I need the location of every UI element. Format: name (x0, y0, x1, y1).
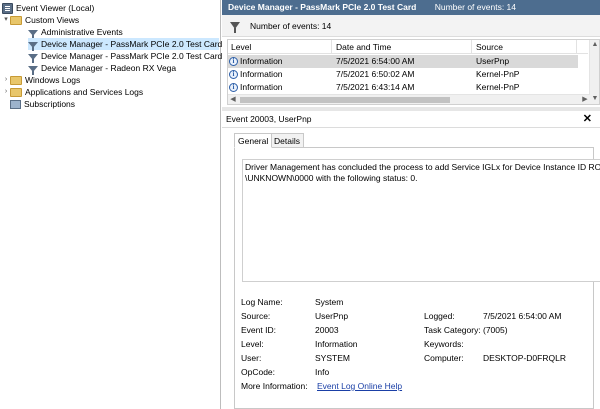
table-row[interactable]: i Information 7/5/2021 6:54:00 AM UserPnp (228, 55, 578, 68)
filter-icon (28, 54, 38, 63)
information-icon: i (229, 57, 238, 67)
value-source: UserPnp (315, 311, 349, 321)
tab-details[interactable]: Details (270, 133, 304, 148)
tree-item-label: Event Viewer (Local) (16, 3, 95, 13)
tree-item-administrative-events[interactable]: Administrative Events (28, 26, 123, 39)
value-level: Information (315, 339, 358, 349)
filter-icon (28, 42, 38, 51)
horizontal-scrollbar[interactable]: ◀ ▶ (228, 94, 590, 104)
grid-header: Level Date and Time Source (228, 40, 588, 54)
scroll-up-icon[interactable]: ▲ (590, 40, 599, 50)
scroll-down-icon[interactable]: ▼ (590, 94, 599, 104)
filter-bar: Number of events: 14 (222, 15, 600, 37)
tree-item-label: Subscriptions (24, 99, 76, 109)
tree-item-subscriptions[interactable]: Subscriptions (10, 98, 75, 110)
label-user: User: (241, 353, 262, 363)
row-source: UserPnp (476, 56, 510, 66)
row-level: i Information (229, 55, 283, 67)
filter-event-count: Number of events: 14 (250, 20, 332, 31)
label-more-information: More Information: (241, 381, 308, 391)
label-event-id: Event ID: (241, 325, 276, 335)
column-header-date-time[interactable]: Date and Time (336, 41, 391, 53)
value-computer: DESKTOP-D0FRQLR (483, 353, 566, 363)
label-keywords: Keywords: (424, 339, 464, 349)
tree-item-label: Windows Logs (25, 75, 81, 85)
header-event-count: Number of events: 14 (434, 2, 516, 12)
column-divider[interactable] (471, 40, 472, 54)
row-datetime: 7/5/2021 6:54:00 AM (336, 56, 415, 66)
tree-item-label: Administrative Events (41, 27, 123, 37)
tree-item-windows-logs[interactable]: › Windows Logs (2, 74, 80, 86)
close-icon[interactable]: ✕ (583, 111, 592, 128)
tree-item-label: Applications and Services Logs (25, 87, 144, 97)
tree-item-label: Custom Views (25, 15, 80, 25)
scrollbar-thumb[interactable] (240, 97, 450, 103)
label-source: Source: (241, 311, 271, 321)
folder-open-icon (10, 16, 22, 25)
chevron-down-icon[interactable]: ▾ (2, 14, 10, 26)
value-logged: 7/5/2021 6:54:00 AM (483, 311, 562, 321)
column-header-source[interactable]: Source (476, 41, 503, 53)
label-task-category: Task Category: (424, 325, 481, 335)
value-opcode: Info (315, 367, 330, 377)
main-pane: Device Manager - PassMark PCIe 2.0 Test … (222, 0, 600, 409)
event-message-line: \UNKNOWN\0000 with the following status:… (245, 173, 418, 183)
event-detail-title: Event 20003, UserPnp (226, 114, 312, 124)
tree-item-passmark-test-card1[interactable]: Device Manager - PassMark PCIe 2.0 Test … (28, 50, 227, 63)
vertical-scrollbar[interactable]: ▲ ▼ (589, 40, 599, 104)
scroll-left-icon[interactable]: ◀ (228, 95, 238, 104)
value-user: SYSTEM (315, 353, 350, 363)
event-message-line: Driver Management has concluded the proc… (245, 162, 600, 172)
value-event-id: 20003 (315, 325, 339, 335)
chevron-right-icon[interactable]: › (2, 86, 10, 98)
label-logged: Logged: (424, 311, 455, 321)
table-row[interactable]: i Information 7/5/2021 6:43:14 AM Kernel-… (228, 81, 578, 94)
label-level: Level: (241, 339, 264, 349)
general-tab-panel: Driver Management has concluded the proc… (234, 147, 600, 409)
chevron-right-icon[interactable]: › (2, 74, 10, 86)
subscriptions-icon (10, 99, 21, 109)
value-log-name: System (315, 297, 344, 307)
row-level: i Information (229, 68, 283, 80)
row-source: Kernel-PnP (476, 69, 520, 79)
filter-icon (28, 30, 38, 39)
event-log-online-help-link[interactable]: Event Log Online Help (317, 381, 402, 392)
label-computer: Computer: (424, 353, 464, 363)
tab-general[interactable]: General (234, 133, 273, 148)
filter-icon (28, 66, 38, 75)
event-message[interactable]: Driver Management has concluded the proc… (242, 159, 600, 282)
row-datetime: 7/5/2021 6:50:02 AM (336, 69, 415, 79)
tree-item-label: Device Manager - Radeon RX Vega (41, 63, 177, 73)
view-header: Device Manager - PassMark PCIe 2.0 Test … (222, 0, 600, 15)
scroll-right-icon[interactable]: ▶ (580, 95, 590, 104)
information-icon: i (229, 70, 238, 80)
tree-item-radeon-rx-vega[interactable]: Device Manager - Radeon RX Vega (28, 62, 177, 75)
information-icon: i (229, 83, 238, 93)
folder-icon (10, 76, 22, 85)
event-detail-header: Event 20003, UserPnp ✕ (222, 111, 600, 128)
tree-item-app-services-logs[interactable]: › Applications and Services Logs (2, 86, 143, 98)
view-title: Device Manager - PassMark PCIe 2.0 Test … (228, 2, 417, 12)
tree-item-event-viewer-local[interactable]: Event Viewer (Local) (2, 2, 94, 14)
folder-icon (10, 88, 22, 97)
label-log-name: Log Name: (241, 297, 283, 307)
tree-item-label: Device Manager - PassMark PCIe 2.0 Test … (41, 51, 227, 61)
row-datetime: 7/5/2021 6:43:14 AM (336, 82, 415, 92)
tree-item-passmark-test-card[interactable]: Device Manager - PassMark PCIe 2.0 Test … (28, 38, 223, 51)
column-divider[interactable] (576, 40, 577, 54)
tree-item-label: Device Manager - PassMark PCIe 2.0 Test … (41, 39, 223, 49)
column-header-level[interactable]: Level (231, 41, 251, 53)
column-divider[interactable] (331, 40, 332, 54)
navigation-tree: Event Viewer (Local) ▾ Custom Views Admi… (0, 0, 227, 409)
event-viewer-icon (2, 2, 13, 14)
value-task-category: (7005) (483, 325, 508, 335)
tree-item-custom-views[interactable]: ▾ Custom Views (2, 14, 79, 26)
label-opcode: OpCode: (241, 367, 276, 377)
row-source: Kernel-PnP (476, 82, 520, 92)
row-level: i Information (229, 81, 283, 93)
filter-icon[interactable] (230, 22, 240, 33)
table-row[interactable]: i Information 7/5/2021 6:50:02 AM Kernel-… (228, 68, 578, 81)
events-grid: Level Date and Time Source i Information … (227, 39, 600, 105)
